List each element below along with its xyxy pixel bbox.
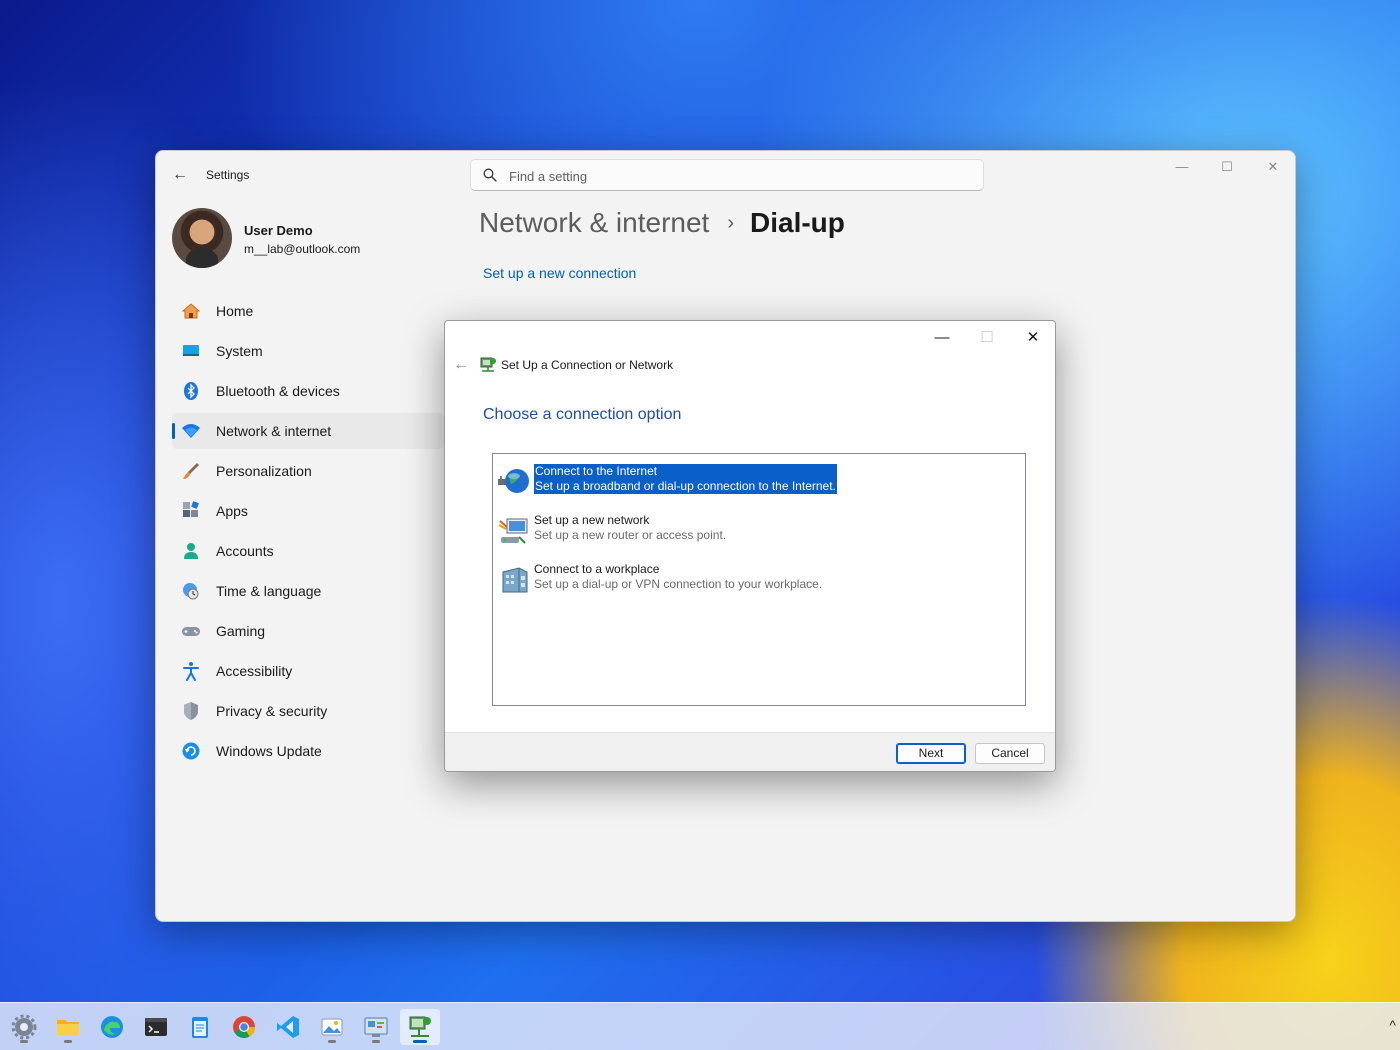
user-email: m__lab@outlook.com <box>244 242 361 256</box>
router-icon <box>498 518 528 544</box>
option-description: Set up a new router or access point. <box>534 528 727 542</box>
sidebar-item-label: System <box>216 343 263 359</box>
option-description: Set up a dial-up or VPN connection to yo… <box>534 577 823 591</box>
search-input[interactable] <box>509 166 969 186</box>
sidebar-item-windows-update[interactable]: Windows Update <box>172 733 444 769</box>
sidebar-item-label: Apps <box>216 503 248 519</box>
sidebar-item-label: Windows Update <box>216 743 322 759</box>
network-setup-icon <box>480 357 496 372</box>
option-description: Set up a broadband or dial-up connection… <box>535 479 836 493</box>
sidebar-item-home[interactable]: Home <box>172 293 444 329</box>
minimize-icon[interactable]: — <box>1167 157 1197 177</box>
sidebar-item-label: Personalization <box>216 463 312 479</box>
wifi-icon <box>180 420 202 442</box>
notepad-icon[interactable] <box>180 1009 220 1045</box>
chrome-icon[interactable] <box>224 1009 264 1045</box>
chevron-right-icon: › <box>727 211 734 234</box>
sidebar-item-network[interactable]: Network & internet <box>172 413 444 449</box>
close-icon[interactable]: ✕ <box>1013 325 1053 351</box>
search-icon <box>483 168 497 182</box>
sidebar-item-label: Accounts <box>216 543 274 559</box>
setup-connection-dialog: — ☐ ✕ ← Set Up a Connection or Network C… <box>444 320 1056 772</box>
brush-icon <box>180 460 202 482</box>
apps-icon <box>180 500 202 522</box>
running-indicator <box>20 1040 28 1043</box>
connection-options-list: Connect to the Internet Set up a broadba… <box>492 453 1026 706</box>
close-icon[interactable]: ✕ <box>1258 157 1288 177</box>
sidebar-item-label: Bluetooth & devices <box>216 383 340 399</box>
clock-globe-icon <box>180 580 202 602</box>
shield-icon <box>180 700 202 722</box>
sidebar-item-privacy[interactable]: Privacy & security <box>172 693 444 729</box>
back-arrow-icon[interactable]: ← <box>170 165 190 185</box>
breadcrumb-parent[interactable]: Network & internet <box>479 207 709 239</box>
sidebar-item-label: Time & language <box>216 583 322 599</box>
option-text: Connect to the Internet Set up a broadba… <box>534 464 837 494</box>
back-arrow-icon[interactable]: ← <box>451 355 471 375</box>
option-text: Set up a new network Set up a new router… <box>534 513 726 543</box>
sidebar-item-label: Gaming <box>216 623 266 639</box>
list-item-connect-internet[interactable]: Connect to the Internet Set up a broadba… <box>497 464 1017 500</box>
list-item-new-network[interactable]: Set up a new network Set up a new router… <box>497 513 1017 549</box>
file-explorer-icon[interactable] <box>48 1009 88 1045</box>
system-icon <box>180 340 202 362</box>
sidebar-item-apps[interactable]: Apps <box>172 493 444 529</box>
sidebar-item-label: Network & internet <box>216 423 332 439</box>
option-title: Connect to a workplace <box>534 562 660 576</box>
bluetooth-icon <box>180 380 202 402</box>
next-button[interactable]: Next <box>896 743 966 764</box>
option-title: Set up a new network <box>534 513 650 527</box>
taskbar: ^ <box>0 1002 1400 1050</box>
network-setup-icon[interactable] <box>400 1009 440 1045</box>
sidebar-item-accessibility[interactable]: Accessibility <box>172 653 444 689</box>
sidebar-item-personalization[interactable]: Personalization <box>172 453 444 489</box>
running-indicator <box>328 1040 336 1043</box>
avatar[interactable] <box>172 208 232 268</box>
running-indicator <box>372 1040 380 1043</box>
search-box[interactable] <box>470 159 984 191</box>
sidebar-item-time-language[interactable]: Time & language <box>172 573 444 609</box>
accessibility-icon <box>180 660 202 682</box>
sidebar-nav: Home System Bluetooth & devices Network … <box>172 293 444 773</box>
chevron-up-icon[interactable]: ^ <box>1389 1017 1396 1033</box>
sidebar-item-label: Home <box>216 303 254 319</box>
settings-icon[interactable] <box>4 1009 44 1045</box>
active-indicator <box>413 1040 427 1043</box>
globe-icon <box>498 469 529 493</box>
sidebar-item-bluetooth[interactable]: Bluetooth & devices <box>172 373 444 409</box>
maximize-icon: ☐ <box>980 329 994 346</box>
sidebar-item-label: Accessibility <box>216 663 293 679</box>
sidebar-item-accounts[interactable]: Accounts <box>172 533 444 569</box>
sidebar-item-label: Privacy & security <box>216 703 328 719</box>
setup-new-connection-link[interactable]: Set up a new connection <box>483 265 636 281</box>
gamepad-icon <box>180 620 202 642</box>
dialog-heading: Choose a connection option <box>483 406 682 423</box>
user-name: User Demo <box>244 223 313 238</box>
list-item-workplace[interactable]: Connect to a workplace Set up a dial-up … <box>497 562 1017 598</box>
sidebar-item-gaming[interactable]: Gaming <box>172 613 444 649</box>
update-icon <box>180 740 202 762</box>
edge-icon[interactable] <box>92 1009 132 1045</box>
account-icon <box>180 540 202 562</box>
page-title: Dial-up <box>750 207 845 238</box>
running-indicator <box>64 1040 72 1043</box>
sidebar-item-system[interactable]: System <box>172 333 444 369</box>
option-text: Connect to a workplace Set up a dial-up … <box>534 562 822 592</box>
terminal-icon[interactable] <box>136 1009 176 1045</box>
control-panel-icon[interactable] <box>356 1009 396 1045</box>
vscode-icon[interactable] <box>268 1009 308 1045</box>
maximize-icon[interactable]: ☐ <box>1212 157 1242 177</box>
app-title: Settings <box>206 168 250 182</box>
dialog-footer: Next Cancel <box>445 732 1055 771</box>
home-icon <box>180 300 202 322</box>
cancel-button[interactable]: Cancel <box>975 743 1045 764</box>
dialog-title: Set Up a Connection or Network <box>501 358 674 372</box>
minimize-icon[interactable]: — <box>922 325 962 351</box>
option-title: Connect to the Internet <box>535 464 658 478</box>
breadcrumb: Network & internet › Dial-up <box>479 207 845 239</box>
photos-icon[interactable] <box>312 1009 352 1045</box>
workplace-icon <box>502 567 528 593</box>
